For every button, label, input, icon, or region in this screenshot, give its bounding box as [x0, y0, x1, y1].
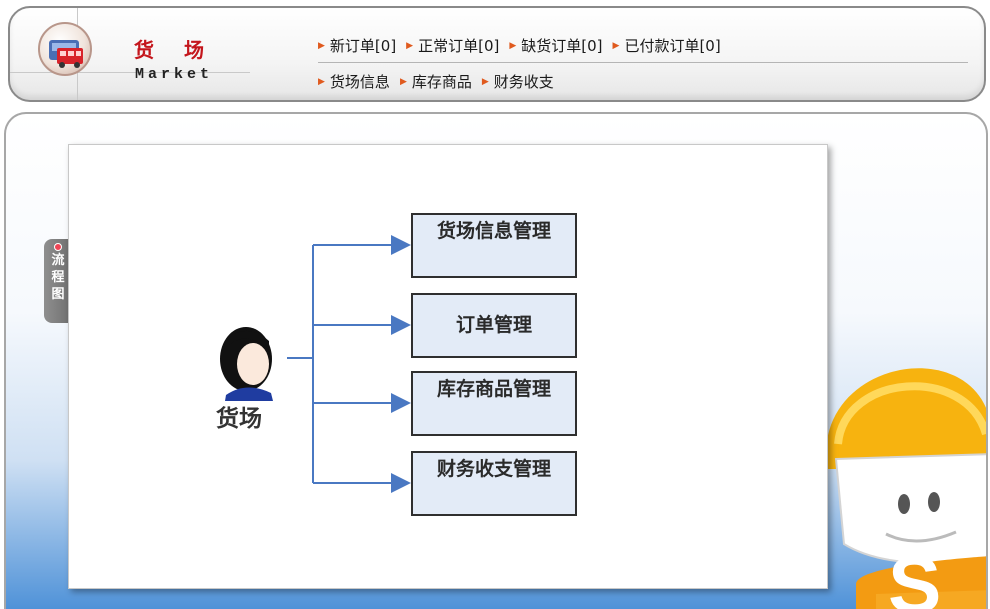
nav-market-info[interactable]: ▶ 货场信息	[318, 71, 390, 92]
nav-finance[interactable]: ▶ 财务收支	[482, 71, 554, 92]
arrow-right-icon: ▶	[509, 40, 517, 51]
arrow-right-icon: ▶	[406, 40, 414, 51]
flowchart-card: 货场信息管理 订单管理 库存商品管理 财务收支管理 货场	[68, 144, 828, 589]
nav-out-of-stock-orders[interactable]: ▶ 缺货订单[0]	[509, 35, 602, 56]
arrow-right-icon: ▶	[612, 40, 620, 51]
order-nav: ▶ 新订单[0] ▶ 正常订单[0] ▶ 缺货订单[0] ▶ 已付款订单[0]	[318, 35, 731, 56]
nav-divider	[318, 62, 968, 63]
header-divider-horizontal	[10, 72, 250, 73]
flow-box-label-orders: 订单管理	[455, 314, 532, 336]
nav-new-orders[interactable]: ▶ 新订单[0]	[318, 35, 396, 56]
market-logo-icon	[38, 22, 92, 76]
arrow-right-icon: ▶	[318, 76, 325, 87]
actor-label: 货场	[216, 405, 262, 432]
flowchart-connectors	[287, 235, 411, 493]
flow-box-label-market-info: 货场信息管理	[436, 220, 551, 242]
mascot-letter: S	[888, 540, 941, 609]
nav-normal-orders[interactable]: ▶ 正常订单[0]	[406, 35, 499, 56]
management-nav: ▶ 货场信息 ▶ 库存商品 ▶ 财务收支	[318, 71, 564, 92]
flow-box-label-inventory: 库存商品管理	[436, 378, 551, 400]
nav-inventory[interactable]: ▶ 库存商品	[400, 71, 472, 92]
brand-title-en: Market	[135, 66, 214, 83]
flow-box-label-finance: 财务收支管理	[436, 458, 551, 480]
nav-paid-orders[interactable]: ▶ 已付款订单[0]	[613, 35, 721, 56]
tab-indicator-icon	[54, 243, 62, 251]
person-icon	[220, 327, 273, 401]
arrow-right-icon: ▶	[318, 40, 325, 51]
arrow-right-icon: ▶	[399, 76, 407, 87]
arrow-right-icon: ▶	[481, 76, 489, 87]
header: 货场 Market ▶ 新订单[0] ▶ 正常订单[0] ▶ 缺货订单[0] ▶ 已付款…	[8, 6, 986, 102]
robot-mascot: S	[826, 368, 986, 609]
brand-title-cn: 货场	[134, 38, 234, 62]
main-panel: S 流程图 货场信息管理 订单管理 库存商品管理 财务收支管理 货场	[4, 112, 988, 609]
